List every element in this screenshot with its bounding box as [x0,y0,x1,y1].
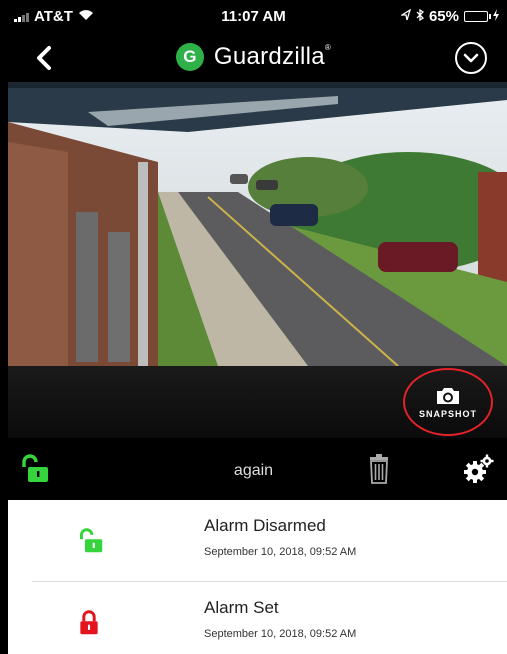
live-video-feed[interactable] [8,82,507,366]
delete-button[interactable] [368,454,390,489]
location-icon [399,8,412,25]
charging-icon [493,8,499,25]
event-title: Alarm Disarmed [204,516,326,535]
status-bar: AT&T 11:07 AM 65% [0,0,507,34]
event-timestamp: September 10, 2018, 09:52 AM [204,546,357,558]
battery-percent: 65% [428,8,459,25]
status-right: 65% [399,8,499,25]
list-item[interactable]: Alarm Set September 10, 2018, 09:52 AM [8,582,507,654]
event-list: Alarm Disarmed September 10, 2018, 09:52… [8,500,507,654]
camera-name: again [233,462,274,479]
battery-icon [464,11,491,22]
snapshot-button[interactable]: SNAPSHOT [403,368,493,436]
unlocked-icon [78,528,104,559]
locked-icon [78,610,100,641]
app-logo: G Guardzilla® [0,43,507,71]
event-title: Alarm Set [204,598,279,617]
chevron-down-icon [463,53,479,63]
dropdown-menu-button[interactable] [455,42,487,74]
gear-icon [464,454,494,483]
camera-controls: again [0,438,507,500]
bluetooth-icon [416,8,424,25]
trash-icon [370,454,388,484]
camera-icon [437,388,459,404]
app-header: G Guardzilla® [0,34,507,82]
list-item[interactable]: Alarm Disarmed September 10, 2018, 09:52… [8,500,507,582]
settings-button[interactable] [464,454,494,489]
video-toolbar: SNAPSHOT [8,366,507,438]
event-timestamp: September 10, 2018, 09:52 AM [204,628,357,640]
guardzilla-logo-icon: G [175,43,204,71]
snapshot-label: SNAPSHOT [418,409,477,419]
app-name: Guardzilla® [213,43,332,70]
